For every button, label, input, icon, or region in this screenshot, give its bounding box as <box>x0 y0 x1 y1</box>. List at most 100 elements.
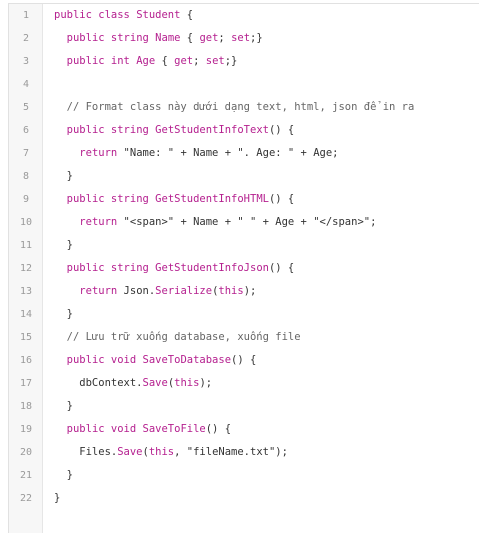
code-token: Files. <box>54 446 118 458</box>
code-token: public int <box>66 55 137 67</box>
code-line: 10 return "<span>" + Name + " " + Age + … <box>9 211 479 234</box>
line-code: public string Name { get; set;} <box>54 27 263 50</box>
code-token: { <box>180 9 194 21</box>
code-token: () { <box>205 423 232 435</box>
code-token: } <box>54 469 73 481</box>
code-line: 3 public int Age { get; set;} <box>9 50 479 73</box>
line-code: public class Student { <box>54 4 193 27</box>
code-token: public class <box>54 9 137 21</box>
code-line: 8 } <box>9 165 479 188</box>
line-number: 21 <box>19 470 33 481</box>
line-code: dbContext.Save(this); <box>54 372 212 395</box>
line-code: public void SaveToDatabase() { <box>54 349 257 372</box>
code-token: } <box>54 170 73 182</box>
code-line: 19 public void SaveToFile() { <box>9 418 479 441</box>
code-line: 1 public class Student { <box>9 4 479 27</box>
line-number: 18 <box>19 401 33 412</box>
line-code: // Format class này dưới dạng text, html… <box>54 96 415 119</box>
code-token: Name <box>155 32 181 44</box>
line-number: 2 <box>22 33 30 44</box>
line-code: } <box>54 165 73 188</box>
code-line: 2 public string Name { get; set;} <box>9 27 479 50</box>
code-line: 12 public string GetStudentInfoJson() { <box>9 257 479 280</box>
code-token: () { <box>268 262 295 274</box>
line-code: return "Name: " + Name + ". Age: " + Age… <box>54 142 339 165</box>
line-number: 13 <box>19 286 33 297</box>
code-line: 7 return "Name: " + Name + ". Age: " + A… <box>9 142 479 165</box>
line-code: } <box>54 487 60 510</box>
code-token: Age <box>136 55 156 67</box>
code-token: public void <box>66 354 143 366</box>
line-number: 19 <box>19 424 33 435</box>
code-token: , "fileName.txt"); <box>174 446 288 458</box>
code-line: 15 // Lưu trữ xuống database, xuống file <box>9 326 479 349</box>
code-token: // Format class này dưới dạng text, html… <box>54 101 415 113</box>
line-number: 10 <box>19 217 33 228</box>
code-token: set <box>205 55 225 67</box>
line-code: public int Age { get; set;} <box>54 50 238 73</box>
code-token: public string <box>66 124 156 136</box>
line-number: 11 <box>19 240 33 251</box>
code-token: dbContext. <box>54 377 143 389</box>
code-token: GetStudentInfoText <box>155 124 269 136</box>
line-code: return Json.Serialize(this); <box>54 280 256 303</box>
line-code: } <box>54 464 73 487</box>
line-number: 9 <box>22 194 30 205</box>
code-token: ); <box>199 377 213 389</box>
code-token: "Name: " + Name + ". Age: " + Age; <box>117 147 339 159</box>
line-number: 1 <box>22 10 30 21</box>
line-number: 3 <box>22 56 30 67</box>
code-token: Student <box>136 9 181 21</box>
line-number: 8 <box>22 171 30 182</box>
code-token: ;} <box>224 55 238 67</box>
line-code: Files.Save(this, "fileName.txt"); <box>54 441 288 464</box>
code-token: public string <box>66 262 156 274</box>
code-token: { <box>180 32 200 44</box>
code-token: this <box>218 285 244 297</box>
code-token: { <box>155 55 175 67</box>
code-token: Save <box>117 446 143 458</box>
code-token: "<span>" + Name + " " + Age + "</span>"; <box>117 216 377 228</box>
code-token: ; <box>193 55 206 67</box>
code-token: public string <box>66 32 156 44</box>
code-token: } <box>54 308 73 320</box>
code-token: this <box>174 377 200 389</box>
line-code: return "<span>" + Name + " " + Age + "</… <box>54 211 376 234</box>
line-number: 15 <box>19 332 33 343</box>
code-token: return <box>79 147 118 159</box>
code-token: get <box>199 32 219 44</box>
code-token: Save <box>142 377 168 389</box>
line-number: 22 <box>19 493 33 504</box>
line-code: } <box>54 303 73 326</box>
line-number: 16 <box>19 355 33 366</box>
code-token: Json. <box>117 285 156 297</box>
code-token: () { <box>268 124 295 136</box>
code-token: ;} <box>250 32 263 44</box>
code-token: ); <box>243 285 257 297</box>
code-token: // Lưu trữ xuống database, xuống file <box>54 331 301 343</box>
code-line: 6 public string GetStudentInfoText() { <box>9 119 479 142</box>
code-line: 16 public void SaveToDatabase() { <box>9 349 479 372</box>
code-line: 9 public string GetStudentInfoHTML() { <box>9 188 479 211</box>
code-token: return <box>79 216 118 228</box>
code-token: ; <box>218 32 232 44</box>
code-token: } <box>54 492 61 504</box>
code-token: GetStudentInfoJson <box>155 262 269 274</box>
code-token: Serialize <box>155 285 213 297</box>
line-code: public string GetStudentInfoText() { <box>54 119 295 142</box>
line-code: } <box>54 395 73 418</box>
code-token: } <box>54 400 73 412</box>
line-number: 17 <box>19 378 33 389</box>
code-token: GetStudentInfoHTML <box>155 193 269 205</box>
code-token: () { <box>231 354 257 366</box>
code-line: 20 Files.Save(this, "fileName.txt"); <box>9 441 479 464</box>
line-number: 20 <box>19 447 33 458</box>
